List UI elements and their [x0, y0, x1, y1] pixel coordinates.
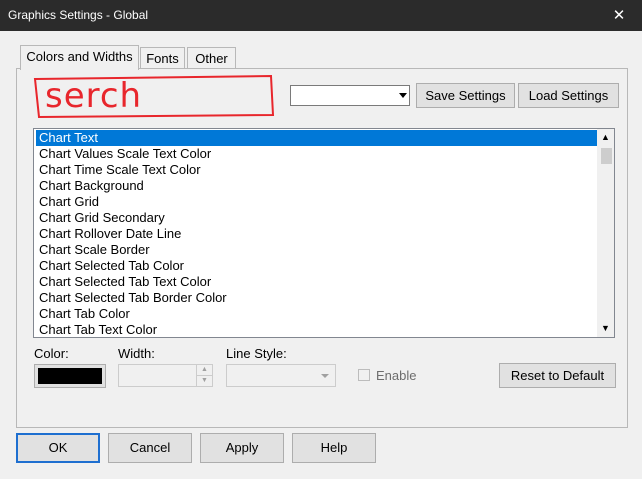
list-item[interactable]: Chart Text — [36, 130, 598, 146]
spin-down-icon[interactable]: ▼ — [196, 376, 212, 386]
chevron-down-icon — [399, 93, 407, 98]
ok-button[interactable]: OK — [16, 433, 100, 463]
color-label: Color: — [34, 346, 69, 361]
width-spinner[interactable]: ▲ ▼ — [118, 364, 213, 387]
title-bar: Graphics Settings - Global ✕ — [0, 0, 642, 31]
width-label: Width: — [118, 346, 155, 361]
line-style-label: Line Style: — [226, 346, 287, 361]
apply-button[interactable]: Apply — [200, 433, 284, 463]
list-item[interactable]: Chart Tab Color — [36, 306, 598, 322]
cancel-button[interactable]: Cancel — [108, 433, 192, 463]
reset-to-default-button[interactable]: Reset to Default — [499, 363, 616, 388]
search-annotation-text: serch — [45, 76, 142, 116]
list-item[interactable]: Chart Values Scale Text Color — [36, 146, 598, 162]
list-item[interactable]: Chart Tab Text Color — [36, 322, 598, 337]
list-item[interactable]: Chart Scale Border — [36, 242, 598, 258]
chart-element-list[interactable]: Chart Text Chart Values Scale Text Color C… — [33, 128, 615, 338]
scroll-up-arrow-icon[interactable]: ▲ — [597, 129, 614, 146]
list-item[interactable]: Chart Background — [36, 178, 598, 194]
scroll-thumb[interactable] — [601, 148, 612, 164]
enable-checkbox[interactable] — [358, 369, 370, 381]
chevron-down-icon — [321, 374, 329, 378]
enable-label: Enable — [376, 368, 417, 383]
color-swatch — [38, 368, 102, 384]
tab-colors-and-widths[interactable]: Colors and Widths — [20, 45, 139, 70]
list-item[interactable]: Chart Grid Secondary — [36, 210, 598, 226]
list-item[interactable]: Chart Selected Tab Color — [36, 258, 598, 274]
line-style-select[interactable] — [226, 364, 336, 387]
close-button[interactable]: ✕ — [604, 5, 634, 26]
list-item[interactable]: Chart Selected Tab Text Color — [36, 274, 598, 290]
list-item[interactable]: Chart Rollover Date Line — [36, 226, 598, 242]
scroll-down-arrow-icon[interactable]: ▼ — [597, 320, 614, 337]
load-settings-button[interactable]: Load Settings — [518, 83, 619, 108]
settings-preset-select[interactable] — [290, 85, 410, 106]
search-annotation: serch — [33, 74, 275, 119]
list-scrollbar[interactable]: ▲ ▼ — [597, 129, 614, 337]
help-button[interactable]: Help — [292, 433, 376, 463]
window-title: Graphics Settings - Global — [8, 8, 149, 22]
color-picker-button[interactable] — [34, 364, 106, 388]
tab-other[interactable]: Other — [187, 47, 236, 69]
list-item[interactable]: Chart Selected Tab Border Color — [36, 290, 598, 306]
list-item[interactable]: Chart Time Scale Text Color — [36, 162, 598, 178]
tab-fonts[interactable]: Fonts — [140, 47, 185, 69]
save-settings-button[interactable]: Save Settings — [416, 83, 515, 108]
spin-up-icon[interactable]: ▲ — [196, 365, 212, 376]
list-item[interactable]: Chart Grid — [36, 194, 598, 210]
